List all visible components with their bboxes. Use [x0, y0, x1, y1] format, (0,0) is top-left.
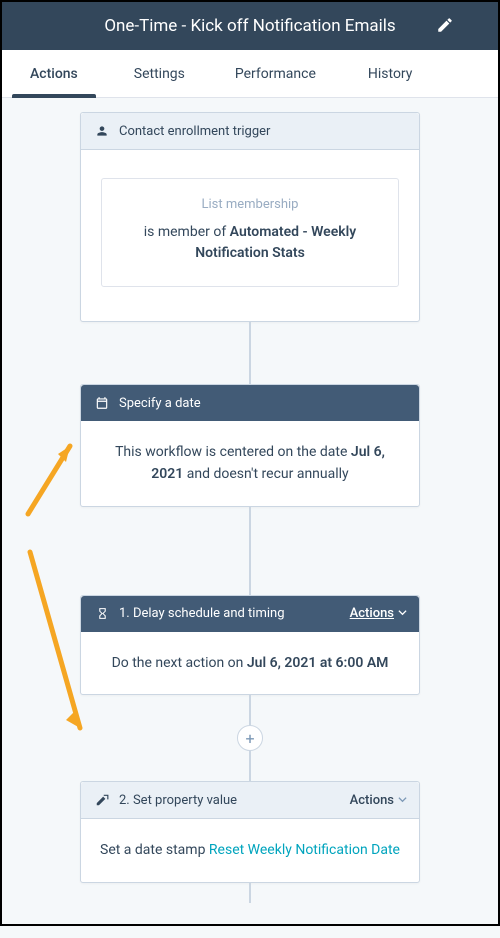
delay-card[interactable]: 1. Delay schedule and timing Actions Do … [80, 595, 420, 695]
tab-performance[interactable]: Performance [213, 50, 338, 97]
connector [249, 883, 251, 903]
workflow-header: One-Time - Kick off Notification Emails [2, 2, 498, 50]
trigger-header: Contact enrollment trigger [81, 113, 419, 150]
delay-actions-menu[interactable]: Actions [350, 606, 407, 621]
hourglass-icon [93, 605, 111, 623]
trigger-body: List membership is member of Automated -… [81, 150, 419, 321]
workflow-canvas: Contact enrollment trigger List membersh… [2, 112, 498, 938]
criteria-label: List membership [116, 197, 384, 212]
tabs: Actions Settings Performance History [2, 50, 498, 98]
delay-body: Do the next action on Jul 6, 2021 at 6:0… [81, 632, 419, 694]
trigger-title: Contact enrollment trigger [119, 124, 270, 139]
set-property-actions-menu[interactable]: Actions [350, 793, 407, 808]
add-action-button[interactable]: + [237, 725, 263, 751]
set-property-header: 2. Set property value Actions [81, 782, 419, 819]
set-property-title: 2. Set property value [119, 793, 237, 808]
connector [249, 507, 251, 595]
specify-date-header: Specify a date [81, 385, 419, 421]
calendar-icon [93, 394, 111, 412]
specify-date-body: This workflow is centered on the date Ju… [81, 421, 419, 506]
specify-date-card[interactable]: Specify a date This workflow is centered… [80, 384, 420, 507]
delay-header: 1. Delay schedule and timing Actions [81, 596, 419, 632]
set-property-card[interactable]: 2. Set property value Actions Set a date… [80, 781, 420, 882]
tab-actions[interactable]: Actions [2, 50, 106, 97]
set-property-body: Set a date stamp Reset Weekly Notificati… [81, 819, 419, 881]
enrollment-trigger-card[interactable]: Contact enrollment trigger List membersh… [80, 112, 420, 322]
connector [249, 751, 251, 781]
specify-date-title: Specify a date [119, 396, 201, 411]
tab-settings[interactable]: Settings [106, 50, 213, 97]
criteria-text: is member of Automated - Weekly Notifica… [116, 222, 384, 264]
chevron-down-icon [398, 793, 407, 808]
contact-icon [93, 122, 111, 140]
property-link[interactable]: Reset Weekly Notification Date [209, 842, 400, 858]
chevron-down-icon [398, 606, 407, 621]
connector [249, 695, 251, 725]
criteria-box[interactable]: List membership is member of Automated -… [101, 178, 399, 287]
workflow-title: One-Time - Kick off Notification Emails [104, 16, 395, 36]
edit-box-icon [93, 791, 111, 809]
annotation-arrow [18, 432, 82, 522]
delay-title: 1. Delay schedule and timing [119, 606, 285, 621]
connector [249, 322, 251, 384]
tab-history[interactable]: History [338, 50, 443, 97]
pencil-icon[interactable] [436, 16, 454, 34]
